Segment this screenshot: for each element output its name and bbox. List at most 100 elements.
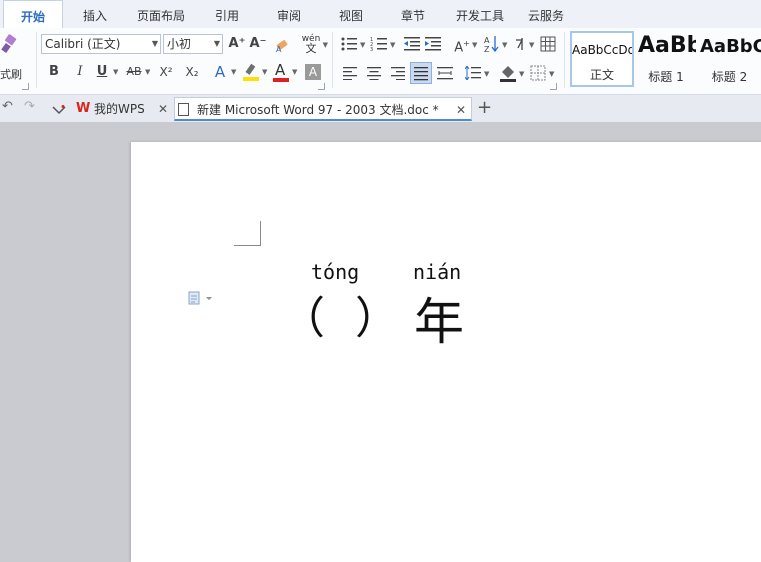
divider	[36, 32, 37, 88]
chevron-down-icon[interactable]: ▼	[360, 41, 365, 49]
font-color-icon[interactable]: A	[272, 61, 290, 83]
svg-text:A: A	[276, 45, 282, 54]
close-icon[interactable]: ✕	[158, 97, 168, 121]
table-icon[interactable]	[540, 36, 556, 52]
chevron-down-icon[interactable]: ▼	[390, 41, 395, 49]
align-left-icon[interactable]	[343, 66, 357, 81]
tab-references[interactable]: 引用	[200, 0, 254, 28]
new-tab-icon[interactable]: +	[477, 97, 492, 118]
close-icon[interactable]: ✕	[456, 98, 466, 122]
subscript-button[interactable]: X₂	[182, 62, 202, 82]
tab-cloud[interactable]: 云服务	[520, 0, 572, 28]
styles-gallery: AaBbCcDd 正文 AaBb 标题 1 AaBbC 标题 2	[568, 31, 761, 89]
open-parenthesis: （	[281, 293, 325, 344]
format-painter-label[interactable]: 式刷	[0, 66, 22, 82]
italic-button[interactable]: I	[72, 62, 88, 82]
pinyin-tong: tóng	[311, 260, 360, 284]
tab-developer[interactable]: 开发工具	[448, 0, 512, 28]
sort-icon[interactable]: AZ	[484, 34, 500, 54]
undo-icon[interactable]: ↶	[2, 99, 13, 114]
chevron-down-icon[interactable]: ▼	[231, 68, 236, 76]
chevron-down-icon[interactable]: ▼	[262, 68, 267, 76]
tab-page-layout[interactable]: 页面布局	[128, 0, 194, 28]
tab-chapter[interactable]: 章节	[386, 0, 440, 28]
strikethrough-button[interactable]: AB	[123, 62, 145, 82]
paste-options-icon[interactable]	[188, 291, 216, 308]
chevron-down-icon[interactable]: ▼	[502, 41, 507, 49]
line-spacing-icon[interactable]	[464, 65, 481, 81]
shading-icon[interactable]	[499, 63, 517, 83]
style-normal[interactable]: AaBbCcDd 正文	[570, 31, 634, 87]
decrease-indent-icon[interactable]	[404, 36, 420, 52]
change-case-icon[interactable]: A+	[450, 34, 474, 55]
style-name: 正文	[589, 68, 614, 82]
font-launcher-icon[interactable]	[318, 83, 325, 90]
style-name: 标题 2	[711, 70, 748, 84]
clear-format-icon[interactable]: A	[274, 36, 292, 54]
document-workspace: tóng nián （ ） 年	[0, 122, 761, 562]
phonetic-guide-button[interactable]: wén 文 ▼	[298, 34, 328, 54]
document-tab-bar: ↶ ↷ W 我的WPS ✕ 新建 Microsoft Word 97 - 200…	[0, 95, 761, 123]
tab-review[interactable]: 审阅	[262, 0, 316, 28]
text-effect-icon[interactable]: A	[212, 62, 228, 82]
tab-label: 新建 Microsoft Word 97 - 2003 文档.doc *	[197, 103, 439, 117]
chevron-down-icon[interactable]: ▼	[519, 70, 524, 78]
quick-access-menu-icon[interactable]	[52, 104, 66, 115]
margin-corner-mark	[234, 221, 261, 246]
style-sample: AaBb	[638, 33, 696, 58]
grow-font-button[interactable]: A⁺	[228, 34, 246, 54]
font-size-select[interactable]: 小初 ▼	[163, 34, 223, 54]
menu-bar: 开始 插入 页面布局 引用 审阅 视图 章节 开发工具 云服务	[0, 0, 761, 29]
style-heading-2[interactable]: AaBbC 标题 2	[698, 31, 761, 87]
chevron-down-icon[interactable]: ▼	[484, 70, 489, 78]
wps-logo-icon: W	[76, 101, 91, 116]
distributed-align-icon[interactable]	[437, 66, 453, 80]
tab-my-wps[interactable]: W 我的WPS ✕	[74, 97, 170, 121]
pinyin-nian: nián	[413, 260, 462, 284]
align-center-icon[interactable]	[367, 66, 381, 81]
redo-icon[interactable]: ↷	[24, 99, 35, 114]
highlight-color-icon[interactable]	[242, 62, 260, 82]
font-name-value: Calibri (正文)	[45, 37, 121, 51]
clipboard-launcher-icon[interactable]	[22, 83, 29, 90]
divider	[564, 32, 565, 88]
chevron-down-icon: ▼	[151, 39, 158, 48]
svg-text:3: 3	[370, 47, 373, 52]
char-shading-icon[interactable]: A	[305, 64, 321, 80]
svg-text:Z: Z	[484, 45, 490, 54]
font-size-value: 小初	[167, 37, 192, 51]
chevron-down-icon: ▼	[322, 41, 328, 49]
shrink-font-button[interactable]: A⁻	[249, 34, 267, 54]
paragraph-launcher-icon[interactable]	[550, 83, 557, 90]
close-parenthesis: ）	[355, 293, 399, 344]
chevron-down-icon[interactable]: ▼	[472, 41, 477, 49]
style-name: 标题 1	[648, 70, 684, 84]
underline-button[interactable]: U	[94, 62, 110, 82]
tab-current-document[interactable]: 新建 Microsoft Word 97 - 2003 文档.doc * ✕	[174, 97, 472, 121]
bold-button[interactable]: B	[46, 62, 62, 82]
document-icon	[178, 103, 189, 116]
chevron-down-icon[interactable]: ▼	[529, 41, 534, 49]
format-painter-icon[interactable]	[0, 34, 22, 56]
borders-icon[interactable]	[530, 65, 546, 81]
tab-view[interactable]: 视图	[324, 0, 378, 28]
tab-insert[interactable]: 插入	[66, 0, 124, 28]
bullet-list-icon[interactable]	[340, 36, 358, 52]
justify-icon[interactable]	[410, 62, 432, 84]
tab-label: 我的WPS	[94, 102, 145, 116]
chevron-down-icon[interactable]: ▼	[549, 70, 554, 78]
chevron-down-icon[interactable]: ▼	[292, 68, 297, 76]
chevron-down-icon[interactable]: ▼	[113, 68, 118, 76]
style-heading-1[interactable]: AaBb 标题 1	[636, 31, 696, 87]
numbered-list-icon[interactable]: 123	[370, 36, 388, 53]
align-right-icon[interactable]	[391, 66, 405, 81]
svg-text:A: A	[484, 36, 490, 45]
paragraph-mark-icon[interactable]	[512, 36, 528, 52]
increase-indent-icon[interactable]	[425, 36, 441, 52]
chevron-down-icon[interactable]: ▼	[145, 68, 150, 76]
tab-home[interactable]: 开始	[3, 0, 63, 29]
superscript-button[interactable]: X²	[156, 62, 176, 82]
chevron-down-icon: ▼	[213, 39, 220, 48]
document-page[interactable]: tóng nián （ ） 年	[131, 142, 761, 562]
font-name-select[interactable]: Calibri (正文) ▼	[41, 34, 161, 54]
